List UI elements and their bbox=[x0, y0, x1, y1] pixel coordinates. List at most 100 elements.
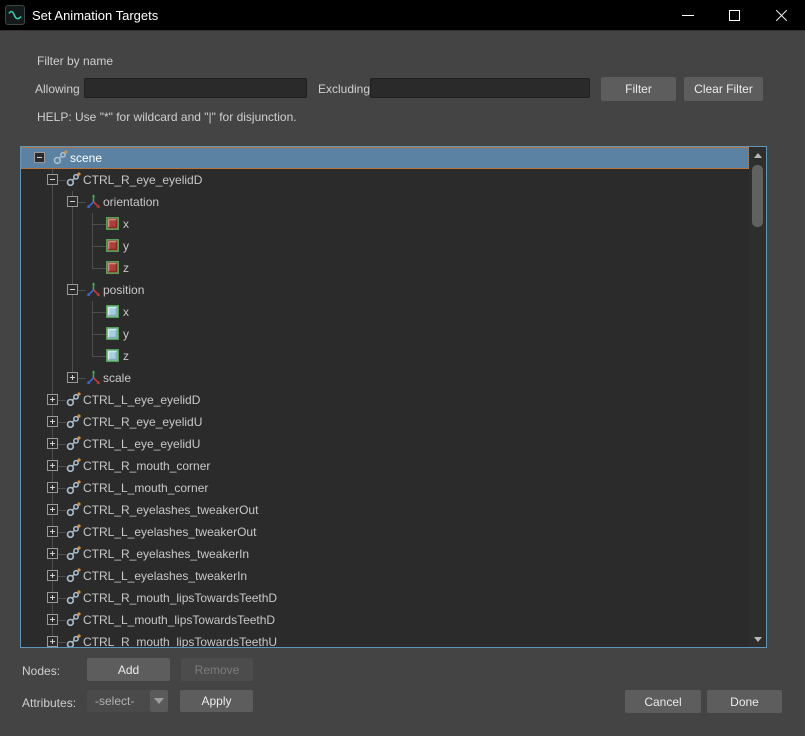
tree-row[interactable]: CTRL_L_mouth_lipsTowardsTeethD bbox=[21, 609, 749, 631]
help-text: HELP: Use "*" for wildcard and "|" for d… bbox=[37, 110, 297, 124]
tree-node-label: CTRL_R_mouth_lipsTowardsTeethU bbox=[83, 631, 277, 648]
tree-connector-line bbox=[92, 334, 93, 345]
set-animation-targets-dialog: Set Animation Targets Filter by name All… bbox=[0, 0, 805, 736]
tree-row[interactable]: CTRL_R_mouth_lipsTowardsTeethD bbox=[21, 587, 749, 609]
expand-expander-icon[interactable] bbox=[47, 592, 58, 603]
attributes-select-arrow-button[interactable] bbox=[150, 690, 168, 712]
tree-row[interactable]: CTRL_R_mouth_corner bbox=[21, 455, 749, 477]
tree-connector-line bbox=[92, 213, 93, 224]
tree-connector-line bbox=[92, 356, 106, 357]
excluding-input[interactable] bbox=[370, 78, 590, 98]
chevron-down-icon bbox=[154, 698, 164, 704]
filter-button[interactable]: Filter bbox=[601, 77, 676, 101]
tree-node-label: scene bbox=[70, 147, 102, 169]
expand-expander-icon[interactable] bbox=[47, 416, 58, 427]
expand-expander-icon[interactable] bbox=[47, 548, 58, 559]
tree-connector-line bbox=[72, 213, 73, 235]
tree-connector-line bbox=[92, 257, 93, 268]
tree-connector-line bbox=[92, 268, 106, 269]
minimize-button[interactable] bbox=[664, 0, 711, 31]
tree-row[interactable]: CTRL_R_eye_eyelidD bbox=[21, 169, 749, 191]
joint-icon bbox=[66, 458, 81, 473]
tree-node-label: x bbox=[123, 301, 129, 323]
tree-row[interactable]: orientation bbox=[21, 191, 749, 213]
tree-row[interactable]: CTRL_L_eye_eyelidU bbox=[21, 433, 749, 455]
tree-node-label: x bbox=[123, 213, 129, 235]
attributes-select[interactable]: -select- bbox=[87, 690, 150, 712]
expand-expander-icon[interactable] bbox=[47, 438, 58, 449]
allowing-label: Allowing bbox=[35, 82, 80, 96]
tree-connector-line bbox=[92, 224, 93, 235]
expand-expander-icon[interactable] bbox=[47, 394, 58, 405]
tree-row[interactable]: y bbox=[21, 323, 749, 345]
joint-icon bbox=[66, 502, 81, 517]
expand-expander-icon[interactable] bbox=[47, 526, 58, 537]
tree-connector-line bbox=[52, 367, 53, 389]
tree-node-label: y bbox=[123, 235, 129, 257]
tree-connector-line bbox=[92, 246, 106, 247]
tree-row[interactable]: scene bbox=[21, 147, 749, 169]
add-nodes-button[interactable]: Add bbox=[87, 658, 170, 681]
tree-row[interactable]: CTRL_L_mouth_corner bbox=[21, 477, 749, 499]
tree-row[interactable]: z bbox=[21, 257, 749, 279]
tree-row[interactable]: scale bbox=[21, 367, 749, 389]
tree-connector-line bbox=[52, 323, 53, 345]
tree-row[interactable]: CTRL_R_eye_eyelidU bbox=[21, 411, 749, 433]
window-title: Set Animation Targets bbox=[32, 8, 158, 23]
tree-row[interactable]: x bbox=[21, 213, 749, 235]
attr-position-icon bbox=[106, 304, 121, 319]
tree-node-label: CTRL_L_mouth_lipsTowardsTeethD bbox=[83, 609, 275, 631]
tree-row[interactable]: z bbox=[21, 345, 749, 367]
tree-connector-line bbox=[92, 334, 106, 335]
tree-row[interactable]: y bbox=[21, 235, 749, 257]
tree-row[interactable]: CTRL_R_eyelashes_tweakerIn bbox=[21, 543, 749, 565]
tree-connector-line bbox=[92, 323, 93, 334]
vertical-scrollbar[interactable] bbox=[749, 147, 766, 647]
tree-connector-line bbox=[92, 312, 93, 323]
expand-expander-icon[interactable] bbox=[47, 614, 58, 625]
tree-connector-line bbox=[92, 224, 106, 225]
scroll-up-button[interactable] bbox=[749, 147, 766, 163]
maximize-button[interactable] bbox=[711, 0, 758, 31]
tree-row[interactable]: x bbox=[21, 301, 749, 323]
collapse-expander-icon[interactable] bbox=[67, 196, 78, 207]
expand-expander-icon[interactable] bbox=[67, 372, 78, 383]
tree-node-label: CTRL_L_mouth_corner bbox=[83, 477, 208, 499]
expand-expander-icon[interactable] bbox=[47, 460, 58, 471]
collapse-expander-icon[interactable] bbox=[34, 152, 45, 163]
scrollbar-thumb[interactable] bbox=[752, 165, 763, 227]
animation-curve-icon bbox=[5, 5, 25, 25]
expand-expander-icon[interactable] bbox=[47, 504, 58, 515]
tree-node-label: position bbox=[103, 279, 144, 301]
attr-position-icon bbox=[106, 326, 121, 341]
expand-expander-icon[interactable] bbox=[47, 636, 58, 647]
tree-row[interactable]: CTRL_R_eyelashes_tweakerOut bbox=[21, 499, 749, 521]
tree-row[interactable]: CTRL_L_eyelashes_tweakerOut bbox=[21, 521, 749, 543]
joint-icon bbox=[66, 524, 81, 539]
done-button[interactable]: Done bbox=[707, 690, 782, 713]
close-button[interactable] bbox=[758, 0, 805, 31]
scroll-down-button[interactable] bbox=[749, 631, 766, 647]
apply-attributes-button[interactable]: Apply bbox=[180, 690, 253, 712]
tree-node-label: CTRL_R_eye_eyelidU bbox=[83, 411, 202, 433]
tree-row[interactable]: CTRL_L_eye_eyelidD bbox=[21, 389, 749, 411]
tree-connector-line bbox=[92, 235, 93, 246]
clear-filter-button[interactable]: Clear Filter bbox=[684, 77, 763, 101]
tree-node-label: CTRL_R_eyelashes_tweakerOut bbox=[83, 499, 258, 521]
collapse-expander-icon[interactable] bbox=[67, 284, 78, 295]
attributes-label: Attributes: bbox=[22, 696, 76, 710]
attr-orientation-icon bbox=[106, 216, 121, 231]
tree-node-label: orientation bbox=[103, 191, 159, 213]
tree-row[interactable]: CTRL_R_mouth_lipsTowardsTeethU bbox=[21, 631, 749, 648]
allowing-input[interactable] bbox=[84, 78, 307, 98]
tree-node-label: CTRL_L_eye_eyelidD bbox=[83, 389, 200, 411]
remove-nodes-button[interactable]: Remove bbox=[181, 658, 253, 681]
expand-expander-icon[interactable] bbox=[47, 482, 58, 493]
cancel-button[interactable]: Cancel bbox=[625, 690, 701, 713]
tree-connector-line bbox=[92, 345, 93, 356]
collapse-expander-icon[interactable] bbox=[47, 174, 58, 185]
expand-expander-icon[interactable] bbox=[47, 570, 58, 581]
tree-connector-line bbox=[92, 301, 93, 312]
tree-row[interactable]: CTRL_L_eyelashes_tweakerIn bbox=[21, 565, 749, 587]
tree-row[interactable]: position bbox=[21, 279, 749, 301]
